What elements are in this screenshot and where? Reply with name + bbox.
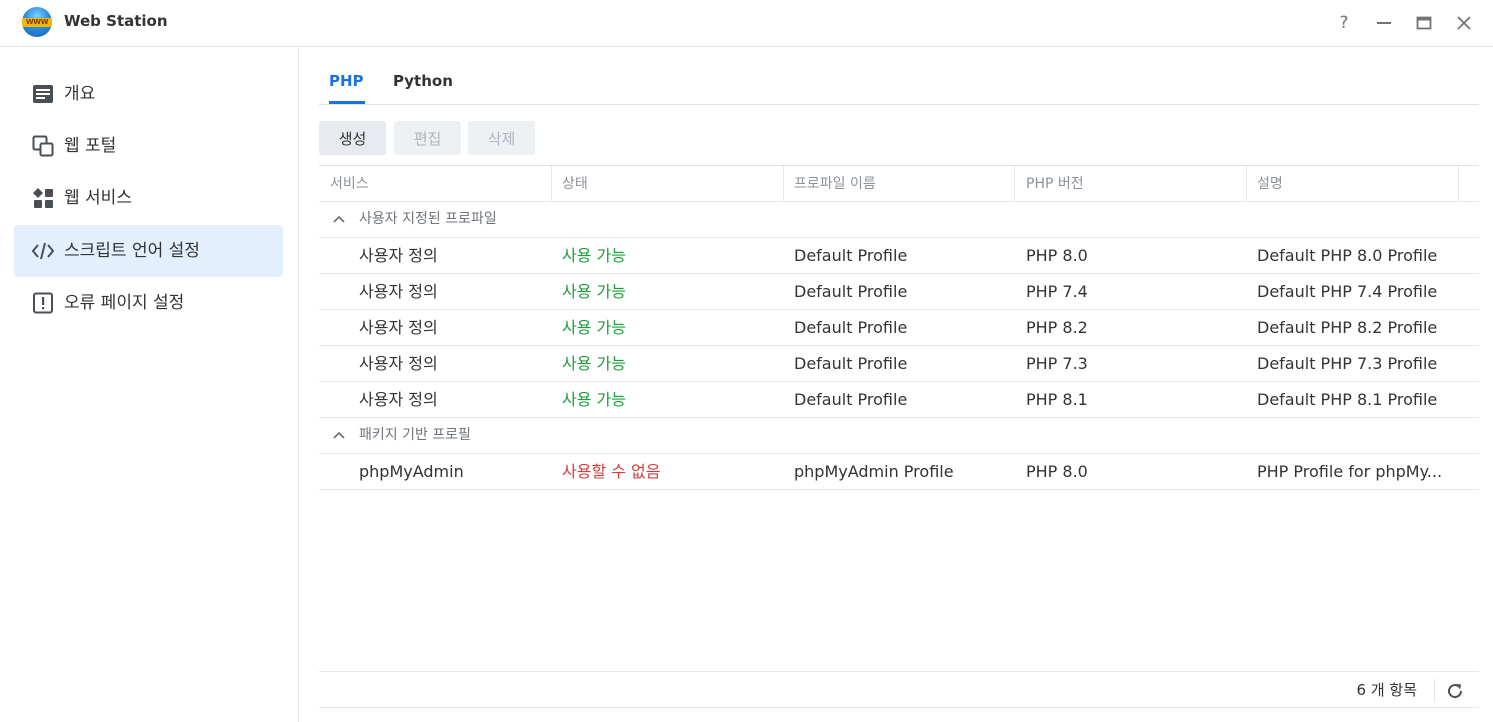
help-icon: ? [1339,13,1349,33]
maximize-button[interactable] [1411,10,1437,36]
cell-php-version: PHP 7.4 [1026,282,1088,301]
group-header-custom-profiles[interactable]: 사용자 지정된 프로파일 [319,202,1479,238]
delete-button[interactable]: 삭제 [468,121,535,155]
web-service-icon [33,188,53,208]
cell-description: Default PHP 8.2 Profile [1257,318,1438,337]
web-portal-icon [32,135,54,157]
column-header-description[interactable]: 설명 [1257,166,1283,202]
chevron-up-icon[interactable] [331,211,347,227]
cell-description: Default PHP 8.0 Profile [1257,246,1438,265]
cell-status: 사용할 수 없음 [562,462,661,481]
item-count: 6 개 항목 [1356,681,1417,699]
column-header-php-version[interactable]: PHP 버전 [1026,166,1084,202]
cell-php-version: PHP 7.3 [1026,354,1088,373]
cell-service: phpMyAdmin [359,462,464,481]
cell-status: 사용 가능 [562,318,626,337]
cell-profile-name: phpMyAdmin Profile [794,462,954,481]
cell-service: 사용자 정의 [359,318,438,337]
sidebar-item-label: 개요 [64,84,96,104]
sidebar-item-overview[interactable]: 개요 [14,68,283,120]
overview-icon [33,85,53,103]
tab-bar: PHP Python [319,62,1479,105]
cell-profile-name: Default Profile [794,318,908,337]
table-row[interactable]: 사용자 정의 사용 가능 Default Profile PHP 7.4 Def… [319,274,1479,310]
cell-php-version: PHP 8.1 [1026,390,1088,409]
tab-python[interactable]: Python [393,72,453,90]
cell-profile-name: Default Profile [794,246,908,265]
cell-php-version: PHP 8.0 [1026,246,1088,265]
sidebar-item-label: 웹 포털 [64,136,117,156]
active-tab-indicator [329,101,365,104]
sidebar-item-label: 스크립트 언어 설정 [64,241,200,261]
web-station-logo-icon: WWW [22,7,52,37]
cell-php-version: PHP 8.2 [1026,318,1088,337]
cell-description: Default PHP 7.3 Profile [1257,354,1438,373]
cell-status: 사용 가능 [562,246,626,265]
title-bar: WWW Web Station ? [0,0,1493,47]
cell-profile-name: Default Profile [794,354,908,373]
cell-php-version: PHP 8.0 [1026,462,1088,481]
sidebar-item-label: 오류 페이지 설정 [64,293,185,313]
sidebar-item-error-page[interactable]: 오류 페이지 설정 [14,277,283,329]
create-button[interactable]: 생성 [319,121,386,155]
chevron-up-icon[interactable] [331,427,347,443]
cell-service: 사용자 정의 [359,282,438,301]
cell-service: 사용자 정의 [359,246,438,265]
cell-description: PHP Profile for phpMy... [1257,462,1443,481]
sidebar-item-web-service[interactable]: 웹 서비스 [14,172,283,224]
sidebar: 개요 웹 포털 웹 서비스 스크립트 언어 설정 오류 페이지 설정 [0,48,299,722]
column-header-profile-name[interactable]: 프로파일 이름 [794,166,876,202]
error-page-icon [33,292,53,314]
cell-status: 사용 가능 [562,390,626,409]
table-row[interactable]: 사용자 정의 사용 가능 Default Profile PHP 7.3 Def… [319,346,1479,382]
table-header: 서비스 상태 프로파일 이름 PHP 버전 설명 [319,165,1479,202]
cell-description: Default PHP 8.1 Profile [1257,390,1438,409]
tab-php[interactable]: PHP [329,72,364,90]
group-label: 사용자 지정된 프로파일 [359,211,497,227]
sidebar-item-script-language[interactable]: 스크립트 언어 설정 [14,225,283,277]
maximize-icon [1416,16,1432,30]
group-label: 패키지 기반 프로필 [359,427,471,443]
cell-status: 사용 가능 [562,354,626,373]
close-button[interactable] [1451,10,1477,36]
table-row[interactable]: 사용자 정의 사용 가능 Default Profile PHP 8.1 Def… [319,382,1479,418]
cell-service: 사용자 정의 [359,354,438,373]
cell-profile-name: Default Profile [794,282,908,301]
minimize-icon [1377,22,1391,24]
table-row[interactable]: 사용자 정의 사용 가능 Default Profile PHP 8.0 Def… [319,238,1479,274]
column-header-service[interactable]: 서비스 [330,166,369,202]
cell-service: 사용자 정의 [359,390,438,409]
table-footer: 6 개 항목 [319,671,1479,708]
column-header-status[interactable]: 상태 [562,166,588,202]
table-row[interactable]: 사용자 정의 사용 가능 Default Profile PHP 8.2 Def… [319,310,1479,346]
cell-status: 사용 가능 [562,282,626,301]
sidebar-item-label: 웹 서비스 [64,188,132,208]
code-icon [32,242,54,260]
group-header-package-profiles[interactable]: 패키지 기반 프로필 [319,418,1479,454]
help-button[interactable]: ? [1331,10,1357,36]
close-icon [1457,16,1471,30]
edit-button[interactable]: 편집 [394,121,461,155]
cell-profile-name: Default Profile [794,390,908,409]
cell-description: Default PHP 7.4 Profile [1257,282,1438,301]
table-row[interactable]: phpMyAdmin 사용할 수 없음 phpMyAdmin Profile P… [319,454,1479,490]
sidebar-item-web-portal[interactable]: 웹 포털 [14,120,283,172]
refresh-icon[interactable] [1445,681,1465,701]
window-title: Web Station [64,12,168,30]
minimize-button[interactable] [1371,10,1397,36]
